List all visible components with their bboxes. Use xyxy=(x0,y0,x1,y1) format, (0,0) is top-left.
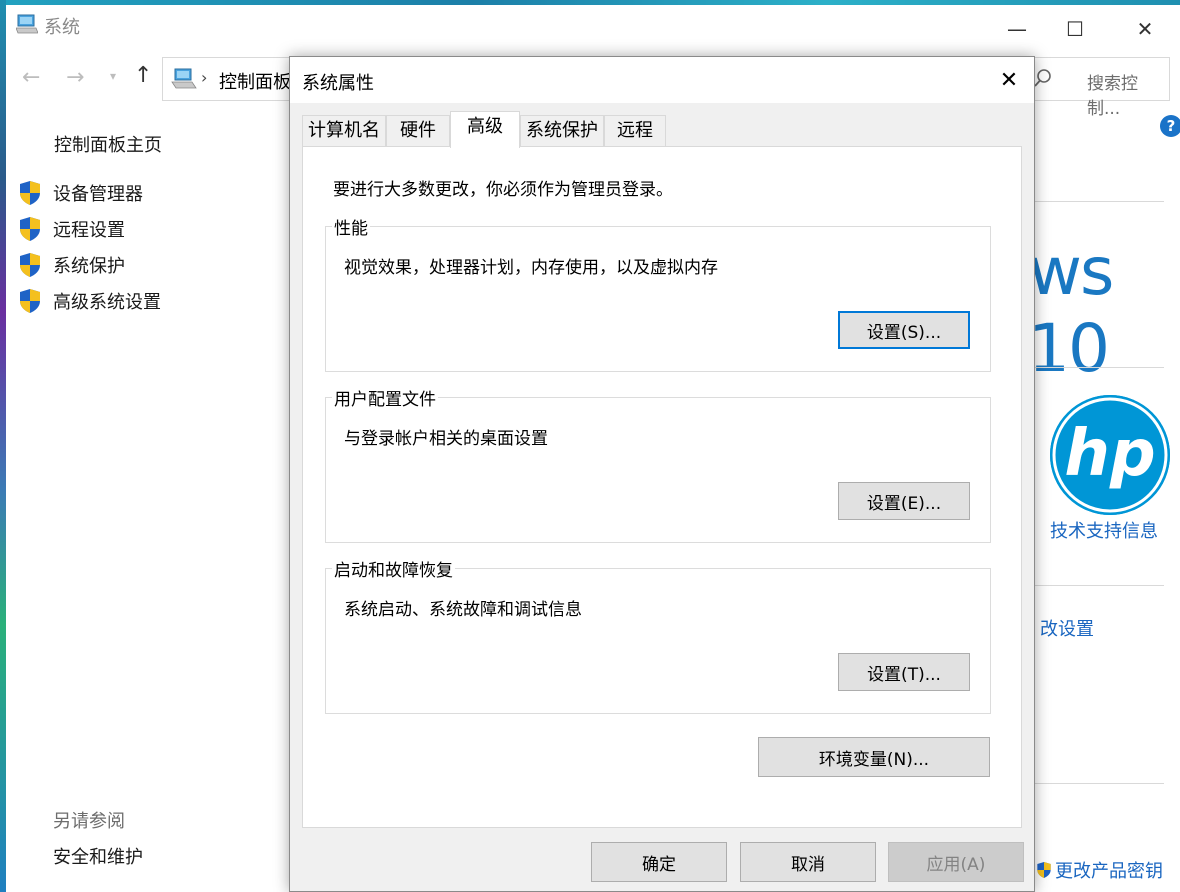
system-properties-dialog: 系统属性 ✕ 计算机名 硬件 高级 系统保护 远程 要进行大多数更改，你必须作为… xyxy=(289,56,1035,892)
help-icon[interactable]: ? xyxy=(1160,115,1180,137)
close-button[interactable]: ✕ xyxy=(1122,9,1168,49)
group-title: 用户配置文件 xyxy=(332,385,438,410)
dialog-title: 系统属性 xyxy=(302,73,374,94)
group-title: 启动和故障恢复 xyxy=(332,556,455,581)
divider xyxy=(1034,367,1164,368)
change-product-key-label: 更改产品密钥 xyxy=(1055,861,1163,882)
sidebar-item-label: 设备管理器 xyxy=(53,184,143,205)
group-description: 与登录帐户相关的桌面设置 xyxy=(344,429,548,449)
change-product-key-link[interactable]: 更改产品密钥 xyxy=(1036,857,1163,883)
tab-advanced[interactable]: 高级 xyxy=(450,111,520,148)
control-panel-home-link[interactable]: 控制面板主页 xyxy=(54,131,162,157)
search-icon xyxy=(1033,68,1053,93)
performance-group: 性能 视觉效果，处理器计划，内存使用，以及虚拟内存 设置(S)... xyxy=(325,214,991,372)
recent-locations-chevron-icon[interactable]: ▾ xyxy=(110,69,116,83)
group-title: 性能 xyxy=(332,214,370,239)
cancel-button[interactable]: 取消 xyxy=(740,842,876,882)
divider xyxy=(1034,585,1164,586)
user-profiles-settings-button[interactable]: 设置(E)... xyxy=(838,482,970,520)
sidebar-item-label: 远程设置 xyxy=(53,220,125,241)
change-settings-link[interactable]: 改设置 xyxy=(1040,615,1094,641)
minimize-button[interactable]: — xyxy=(994,9,1040,49)
forward-arrow-icon[interactable]: → xyxy=(66,65,84,90)
startup-recovery-group: 启动和故障恢复 系统启动、系统故障和调试信息 设置(T)... xyxy=(325,556,991,714)
uac-shield-icon xyxy=(20,289,40,313)
sidebar-item-system-protection[interactable]: 系统保护 xyxy=(18,251,125,279)
startup-recovery-settings-button[interactable]: 设置(T)... xyxy=(838,653,970,691)
divider xyxy=(1034,783,1164,784)
computer-icon xyxy=(15,14,39,34)
window-title: 系统 xyxy=(44,17,80,38)
sidebar-item-label: 高级系统设置 xyxy=(53,292,161,313)
windows-10-logo-text: ws 10 xyxy=(1028,233,1114,387)
tab-hardware[interactable]: 硬件 xyxy=(386,115,450,147)
dialog-title-bar[interactable]: 系统属性 ✕ xyxy=(290,57,1034,103)
performance-settings-button[interactable]: 设置(S)... xyxy=(838,311,970,349)
control-panel-icon xyxy=(171,68,197,94)
support-info-link[interactable]: 技术支持信息 xyxy=(1050,517,1158,543)
admin-note: 要进行大多数更改，你必须作为管理员登录。 xyxy=(333,180,673,200)
sidebar-item-label: 系统保护 xyxy=(53,256,125,277)
sidebar-item-advanced-settings[interactable]: 高级系统设置 xyxy=(18,287,161,315)
ok-button[interactable]: 确定 xyxy=(591,842,727,882)
uac-shield-icon xyxy=(20,181,40,205)
security-maintenance-link[interactable]: 安全和维护 xyxy=(53,843,143,869)
divider xyxy=(1034,201,1164,202)
tab-remote[interactable]: 远程 xyxy=(604,115,666,147)
uac-shield-icon xyxy=(1037,862,1051,878)
group-description: 系统启动、系统故障和调试信息 xyxy=(344,600,582,620)
advanced-tab-panel: 要进行大多数更改，你必须作为管理员登录。 性能 视觉效果，处理器计划，内存使用，… xyxy=(302,146,1022,828)
user-profiles-group: 用户配置文件 与登录帐户相关的桌面设置 设置(E)... xyxy=(325,385,991,543)
environment-variables-button[interactable]: 环境变量(N)... xyxy=(758,737,990,777)
search-placeholder: 搜索控制... xyxy=(1087,74,1138,119)
apply-button[interactable]: 应用(A) xyxy=(888,842,1024,882)
sidebar-item-device-manager[interactable]: 设备管理器 xyxy=(18,179,143,207)
svg-text:hp: hp xyxy=(1064,417,1155,491)
tab-system-protection[interactable]: 系统保护 xyxy=(520,115,604,147)
hp-logo-icon: hp xyxy=(1050,395,1170,515)
uac-shield-icon xyxy=(20,253,40,277)
breadcrumb-separator-icon: › xyxy=(201,68,208,87)
back-arrow-icon[interactable]: ← xyxy=(22,65,40,90)
dialog-close-button[interactable]: ✕ xyxy=(988,61,1030,99)
tab-computer-name[interactable]: 计算机名 xyxy=(302,115,386,147)
maximize-button[interactable]: ☐ xyxy=(1052,9,1098,49)
sidebar-item-remote-settings[interactable]: 远程设置 xyxy=(18,215,125,243)
group-description: 视觉效果，处理器计划，内存使用，以及虚拟内存 xyxy=(344,258,718,278)
search-input[interactable]: 搜索控制... xyxy=(1022,57,1170,119)
see-also-heading: 另请参阅 xyxy=(53,811,125,832)
uac-shield-icon xyxy=(20,217,40,241)
up-arrow-icon[interactable]: ↑ xyxy=(134,63,152,88)
breadcrumb-control-panel[interactable]: 控制面板 xyxy=(219,68,291,94)
